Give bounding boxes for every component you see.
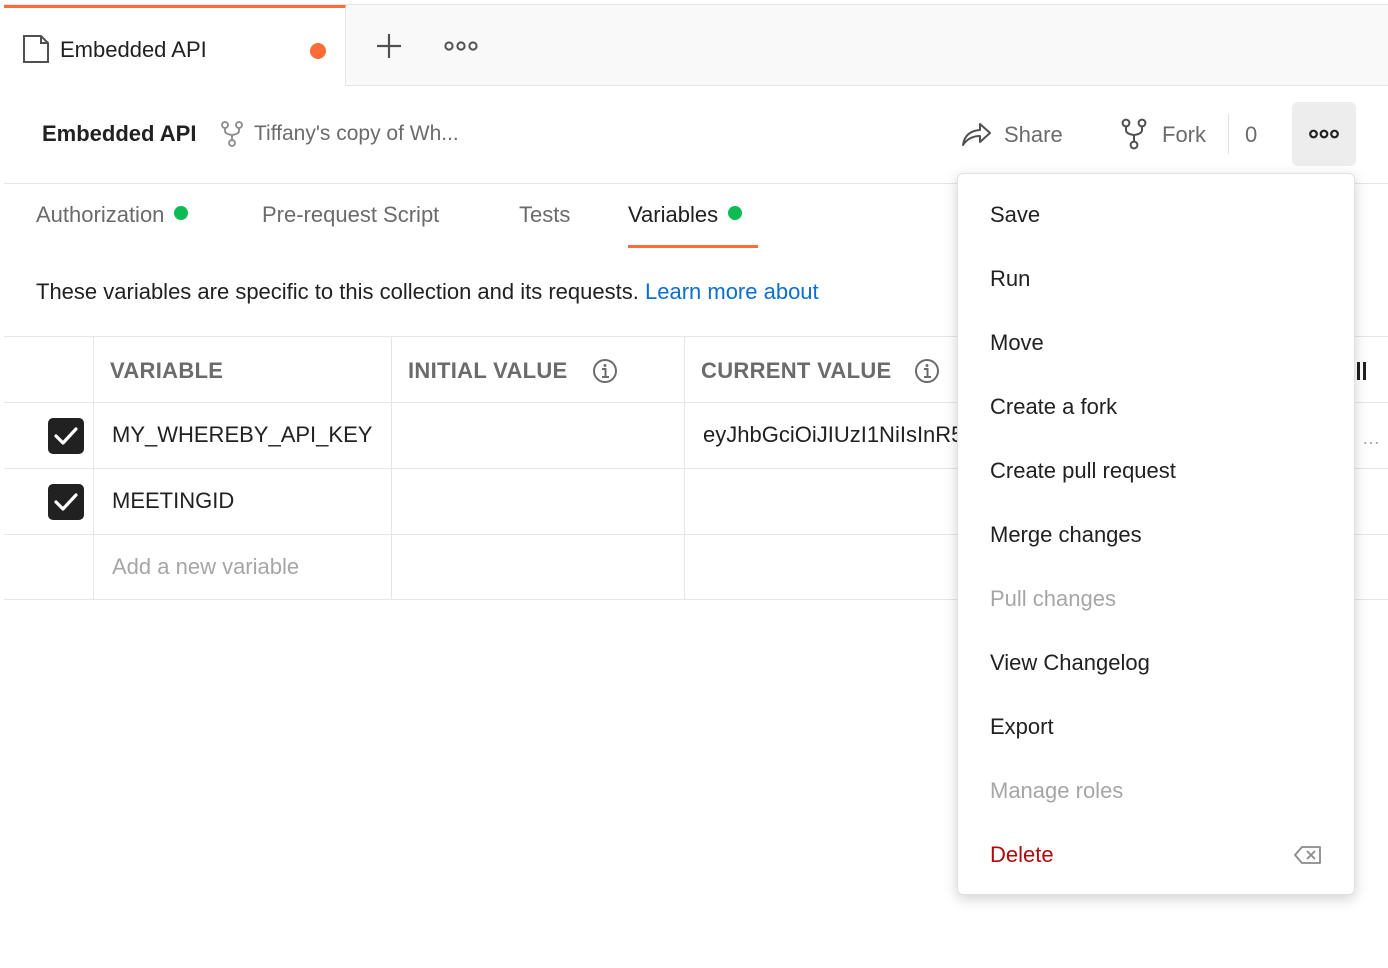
menu-item-merge-changes[interactable]: Merge changes [990,522,1142,548]
row-enabled-checkbox[interactable] [48,484,84,520]
more-horizontal-icon [1309,129,1339,139]
fork-source-link[interactable]: Tiffany's copy of Wh... [254,122,459,146]
more-horizontal-icon[interactable] [444,37,478,55]
menu-item-move[interactable]: Move [990,330,1044,356]
tab-variables[interactable]: Variables [628,202,758,248]
tab-label: Variables [628,202,719,227]
collection-more-button[interactable] [1292,102,1356,166]
tab-bar: Embedded API [4,4,1388,87]
table-cell[interactable]: MY_WHEREBY_API_KEY [94,403,392,468]
plus-icon[interactable] [374,31,404,61]
overflow-ellipsis: … [1362,428,1380,448]
variable-name: MEETINGID [112,488,235,513]
fork-count[interactable]: 0 [1245,122,1257,148]
collection-title: Embedded API [42,121,197,146]
tab-tests[interactable]: Tests [519,202,570,248]
column-resize-handle[interactable] [1356,360,1368,382]
menu-item-create-fork[interactable]: Create a fork [990,394,1117,420]
tab-authorization[interactable]: Authorization [36,202,189,248]
menu-item-save[interactable]: Save [990,202,1040,228]
learn-more-link[interactable]: Learn more about [645,279,819,304]
tab-label: Pre-request Script [262,202,440,227]
table-header-cell [4,337,94,402]
table-cell[interactable]: MEETINGID [94,469,392,534]
tab-pre-request-script[interactable]: Pre-request Script [262,202,439,248]
table-cell[interactable] [392,535,685,599]
variable-name: MY_WHEREBY_API_KEY [112,422,373,447]
status-dot [174,206,189,220]
column-header-initial-value: INITIAL VALUE [408,358,568,383]
description-text: These variables are specific to this col… [36,279,639,304]
menu-item-pull-changes: Pull changes [990,586,1116,611]
info-icon[interactable] [592,358,618,384]
divider [1228,114,1229,154]
menu-item-run[interactable]: Run [990,266,1030,292]
checkbox-checked-icon [54,427,78,445]
table-cell [4,469,94,534]
menu-item-create-pull-request[interactable]: Create pull request [990,458,1176,484]
collection-actions-menu: Save Run Move Create a fork Create pull … [957,173,1355,895]
status-dot [728,206,743,220]
fork-button[interactable]: Fork [1162,122,1206,148]
table-header-cell: VARIABLE [94,337,392,402]
table-cell [4,535,94,599]
checkbox-checked-icon [54,493,78,511]
tab-embedded-api[interactable]: Embedded API [4,5,346,87]
initial-value-cell[interactable] [392,403,685,468]
fork-icon[interactable] [1120,118,1148,150]
new-variable-placeholder: Add a new variable [112,554,300,579]
collection-header: Embedded API Tiffany's copy of Wh... Sha… [4,86,1388,184]
share-button[interactable]: Share [1004,122,1063,148]
tab-label: Authorization [36,202,165,227]
variables-description: These variables are specific to this col… [36,279,819,305]
share-icon[interactable] [960,119,992,149]
menu-item-view-changelog[interactable]: View Changelog [990,650,1150,676]
tab-label: Embedded API [60,37,207,62]
table-cell [4,403,94,468]
tab-label: Tests [519,202,571,227]
collection-doc-icon [23,35,49,63]
table-header-cell: INITIAL VALUE [392,337,685,402]
backspace-icon [1294,846,1321,864]
unsaved-dot [310,43,326,59]
column-header-variable: VARIABLE [110,358,224,383]
fork-icon [221,121,243,147]
info-icon[interactable] [914,358,940,384]
menu-item-manage-roles: Manage roles [990,778,1124,803]
new-variable-cell[interactable]: Add a new variable [94,535,392,599]
column-header-current-value: CURRENT VALUE [701,358,892,383]
menu-item-export[interactable]: Export [990,714,1054,740]
row-enabled-checkbox[interactable] [48,418,84,454]
menu-item-delete[interactable]: Delete [990,842,1054,868]
initial-value-cell[interactable] [392,469,685,534]
